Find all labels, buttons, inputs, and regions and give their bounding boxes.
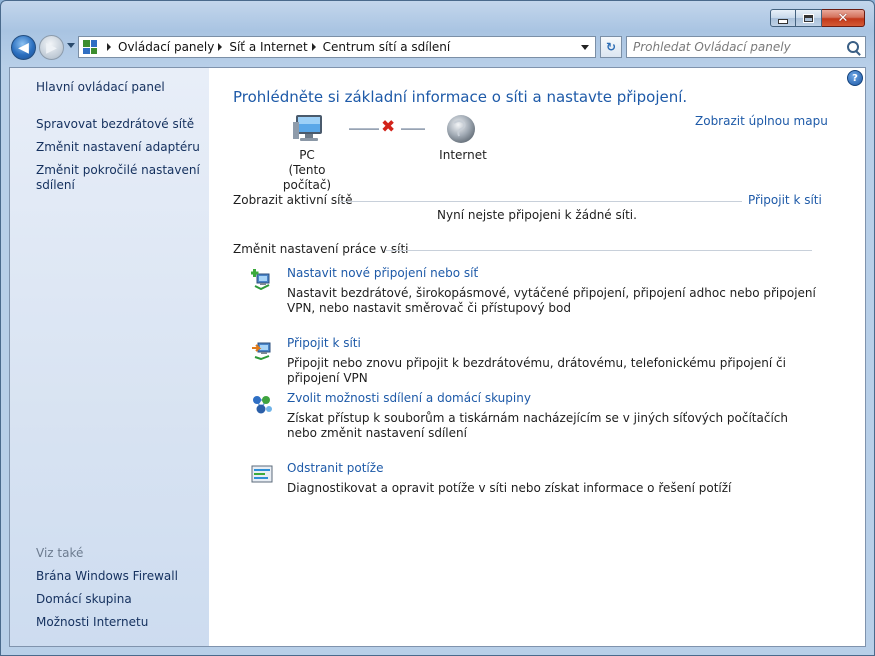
breadcrumb-arrow-icon[interactable]: [218, 43, 223, 51]
refresh-button[interactable]: ↻: [600, 36, 622, 58]
search-icon[interactable]: [847, 41, 859, 53]
close-icon: ✕: [837, 10, 849, 26]
client-area: Hlavní ovládací panel Spravovat bezdráto…: [9, 67, 866, 647]
navigation-bar: ◀ ▶ Ovládací panely Síť a Internet Centr…: [10, 33, 866, 61]
sidebar-link-advanced-sharing[interactable]: Změnit pokročilé nastavení sdílení: [36, 163, 201, 193]
task-link-homegroup[interactable]: Zvolit možnosti sdílení a domácí skupiny: [287, 391, 531, 405]
address-dropdown-icon[interactable]: [581, 45, 589, 50]
connection-line-left: [349, 128, 379, 130]
sidebar: Hlavní ovládací panel Spravovat bezdráto…: [10, 68, 209, 646]
pc-name: PC: [299, 148, 315, 162]
maximize-button[interactable]: [796, 9, 822, 27]
active-networks-heading: Zobrazit aktivní sítě: [233, 193, 353, 207]
search-input[interactable]: [633, 38, 838, 56]
task-link-new-connection[interactable]: Nastavit nové připojení nebo síť: [287, 266, 478, 280]
pc-node: PC (Tento počítač): [267, 148, 347, 193]
divider: [339, 201, 742, 202]
sidebar-link-adapter-settings[interactable]: Změnit nastavení adaptéru: [36, 140, 201, 155]
back-arrow-icon: ◀: [18, 39, 29, 56]
breadcrumb-network-center[interactable]: Centrum sítí a sdílení: [308, 40, 450, 54]
divider: [386, 250, 812, 251]
address-bar[interactable]: Ovládací panely Síť a Internet Centrum s…: [78, 36, 596, 58]
computer-icon[interactable]: [293, 114, 327, 144]
task-description: Nastavit bezdrátové, širokopásmové, vytá…: [287, 286, 816, 315]
forward-button[interactable]: ▶: [39, 35, 64, 60]
close-button[interactable]: ✕: [822, 9, 865, 27]
full-map-link[interactable]: Zobrazit úplnou mapu: [695, 114, 828, 128]
internet-label: Internet: [439, 148, 487, 162]
homegroup-icon[interactable]: [251, 393, 273, 415]
change-settings-heading: Změnit nastavení práce v síti: [233, 242, 409, 256]
task-link-troubleshoot[interactable]: Odstranit potíže: [287, 461, 383, 475]
pc-subtitle: (Tento počítač): [282, 163, 332, 192]
control-panel-icon: [83, 40, 97, 54]
breadcrumb-control-panel[interactable]: Ovládací panely: [103, 40, 214, 54]
minimize-icon: [778, 18, 788, 24]
search-box[interactable]: [626, 36, 866, 58]
no-connection-x-icon[interactable]: ✖: [381, 119, 395, 136]
see-also-heading: Viz také: [36, 546, 84, 560]
back-button[interactable]: ◀: [11, 35, 36, 60]
minimize-button[interactable]: [770, 9, 796, 27]
new-connection-icon[interactable]: [251, 268, 273, 290]
connect-network-icon[interactable]: [251, 338, 273, 360]
page-title: Prohlédněte si základní informace o síti…: [233, 88, 688, 106]
breadcrumb-arrow-icon[interactable]: [107, 43, 111, 51]
maximize-icon: [803, 13, 814, 23]
sidebar-link-manage-wireless[interactable]: Spravovat bezdrátové sítě: [36, 117, 201, 132]
no-connection-status: Nyní nejste připojeni k žádné síti.: [437, 208, 637, 222]
forward-arrow-icon: ▶: [46, 39, 57, 56]
sidebar-link-homegroup[interactable]: Domácí skupina: [36, 592, 201, 607]
sidebar-link-home[interactable]: Hlavní ovládací panel: [36, 80, 201, 95]
task-description: Připojit nebo znovu připojit k bezdrátov…: [287, 356, 786, 385]
task-description: Získat přístup k souborům a tiskárnám na…: [287, 411, 788, 440]
refresh-icon: ↻: [605, 40, 617, 54]
caption-buttons: ✕: [770, 9, 865, 27]
task-description: Diagnostikovat a opravit potíže v síti n…: [287, 481, 732, 495]
troubleshoot-icon[interactable]: [251, 463, 273, 485]
task-link-connect-network[interactable]: Připojit k síti: [287, 336, 361, 350]
breadcrumb-arrow-icon[interactable]: [311, 43, 316, 51]
internet-globe-icon[interactable]: [445, 114, 477, 144]
connection-line-right: [401, 128, 425, 130]
recent-pages-dropdown[interactable]: [67, 43, 75, 48]
sidebar-link-firewall[interactable]: Brána Windows Firewall: [36, 569, 201, 584]
help-icon[interactable]: ?: [847, 70, 863, 86]
breadcrumb-network-internet[interactable]: Síť a Internet: [214, 40, 308, 54]
main-panel: ? Prohlédněte si základní informace o sí…: [209, 68, 865, 646]
network-sharing-center-window: ✕ ◀ ▶ Ovládací panely Síť a Internet Cen…: [0, 0, 875, 656]
connect-to-network-link[interactable]: Připojit k síti: [748, 193, 822, 207]
internet-node: Internet: [431, 148, 495, 163]
sidebar-link-internet-options[interactable]: Možnosti Internetu: [36, 615, 201, 630]
